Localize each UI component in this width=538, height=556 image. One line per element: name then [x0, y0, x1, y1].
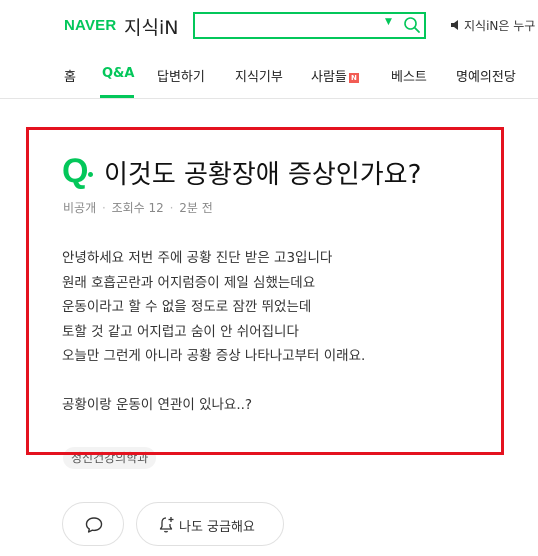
search-icon[interactable] [403, 16, 421, 34]
speaker-icon [451, 20, 458, 30]
question-mark-dot [88, 172, 93, 177]
author: 비공개 [63, 201, 97, 215]
new-badge: N [348, 73, 359, 83]
tab-people-label: 사람들 [311, 70, 347, 85]
header: NAVER 지식iN ▼ 지식iN은 누구 [0, 0, 538, 52]
main-nav: 홈 Q&A 답변하기 지식기부 사람들 N 베스트 명예의전당 [0, 52, 538, 99]
naver-logo[interactable]: NAVER [64, 17, 116, 34]
question-mark-icon: Q [62, 152, 89, 190]
tab-home[interactable]: 홈 [64, 66, 76, 85]
tab-answer[interactable]: 답변하기 [157, 66, 205, 85]
tab-people[interactable]: 사람들 N [311, 66, 359, 85]
notice-text[interactable]: 지식iN은 누구 [464, 17, 535, 34]
tab-hall-of-fame[interactable]: 명예의전당 [456, 66, 516, 85]
question-body: 안녕하세요 저번 주에 공황 진단 받은 고3입니다 원래 호흡곤란과 어지럼증… [62, 250, 366, 413]
chevron-down-icon[interactable]: ▼ [385, 17, 392, 27]
tab-qna[interactable]: Q&A [102, 66, 134, 81]
comment-icon [85, 517, 103, 533]
tab-donate[interactable]: 지식기부 [235, 66, 283, 85]
me-too-curious-label: 나도 궁금해요 [179, 520, 255, 535]
comment-button[interactable] [62, 502, 124, 546]
me-too-curious-button[interactable]: 나도 궁금해요 [136, 502, 284, 546]
meta-separator: · [98, 201, 110, 215]
question-meta: 비공개 · 조회수 12 · 2분 전 [63, 199, 213, 216]
service-logo[interactable]: 지식iN [124, 13, 178, 40]
question-title: 이것도 공황장애 증상인가요? [104, 160, 422, 190]
tab-best[interactable]: 베스트 [391, 66, 427, 85]
search-box: ▼ [193, 12, 426, 39]
search-input[interactable] [199, 16, 383, 37]
active-tab-indicator [100, 95, 134, 98]
meta-separator: · [165, 201, 178, 215]
view-count: 조회수 12 [111, 201, 164, 215]
bell-plus-icon [159, 517, 174, 533]
post-time: 2분 전 [179, 201, 213, 215]
category-tag[interactable]: 정신건강의학과 [63, 447, 157, 469]
